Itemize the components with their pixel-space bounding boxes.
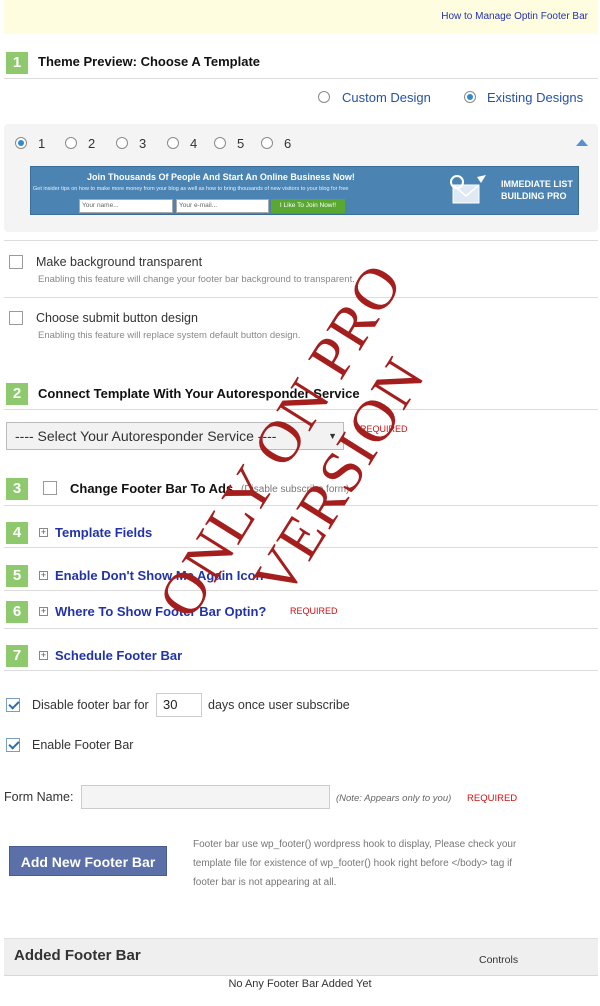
ads-checkbox[interactable]: [43, 481, 57, 495]
form-name-note: (Note: Appears only to you): [336, 793, 452, 804]
template-label-1: 1: [38, 136, 46, 151]
expand-plus-icon[interactable]: +: [39, 528, 48, 537]
top-help-bar: How to Manage Optin Footer Bar: [4, 0, 598, 34]
template-radio-5[interactable]: [214, 137, 226, 149]
custom-design-label[interactable]: Custom Design: [342, 90, 431, 105]
template-radio-2[interactable]: [65, 137, 77, 149]
step-number-1: 1: [6, 52, 28, 74]
table-controls-header: Controls: [479, 954, 519, 966]
template-radio-1[interactable]: [15, 137, 27, 149]
wp-footer-hook-note: Footer bar use wp_footer() wordpress hoo…: [193, 839, 517, 888]
banner-subline: Get insider tips on how to make more mon…: [33, 186, 349, 192]
autoresponder-select-value: ---- Select Your Autoresponder Service -…: [15, 428, 277, 444]
divider: [4, 78, 598, 79]
empty-table-message: No Any Footer Bar Added Yet: [228, 978, 372, 990]
step-number-4: 4: [6, 522, 28, 544]
template-label-4: 4: [190, 136, 198, 151]
template-label-3: 3: [139, 136, 147, 151]
existing-designs-label[interactable]: Existing Designs: [487, 90, 583, 105]
banner-join-button: I Like To Join Now!!: [271, 199, 345, 213]
form-name-input[interactable]: [81, 785, 330, 809]
template-radio-4[interactable]: [167, 137, 179, 149]
section-title-theme-preview: Theme Preview: Choose A Template: [38, 54, 261, 69]
step-number-6: 6: [6, 601, 28, 623]
template-fields-link[interactable]: Template Fields: [55, 525, 152, 540]
add-new-footer-bar-button[interactable]: Add New Footer Bar: [9, 846, 167, 876]
template-label-5: 5: [237, 136, 245, 151]
divider: [4, 670, 598, 671]
step-number-2: 2: [6, 383, 28, 405]
submit-design-desc: Enabling this feature will replace syste…: [38, 330, 301, 341]
custom-design-radio[interactable]: [318, 91, 330, 103]
transparent-bg-title: Make background transparent: [36, 255, 203, 269]
transparent-bg-desc: Enabling this feature will change your f…: [38, 274, 355, 285]
submit-design-checkbox[interactable]: [9, 311, 23, 325]
banner-email-input: Your e-mail...: [176, 199, 269, 213]
step-number-7: 7: [6, 645, 28, 667]
step-number-3: 3: [6, 478, 28, 500]
template-radio-3[interactable]: [116, 137, 128, 149]
template-radio-6[interactable]: [261, 137, 273, 149]
divider: [4, 297, 598, 298]
disable-days-checkbox[interactable]: [6, 698, 20, 712]
required-label: REQUIRED: [467, 793, 518, 804]
transparent-bg-checkbox[interactable]: [9, 255, 23, 269]
existing-designs-radio[interactable]: [464, 91, 476, 103]
expand-plus-icon[interactable]: +: [39, 651, 48, 660]
expand-plus-icon[interactable]: +: [39, 607, 48, 616]
form-name-label: Form Name:: [4, 790, 74, 804]
step-number-5: 5: [6, 565, 28, 587]
banner-name-input: Your name...: [79, 199, 173, 213]
added-footer-bar-table-header: Added Footer Bar Controls: [4, 938, 598, 976]
template-label-2: 2: [88, 136, 96, 151]
collapse-up-icon[interactable]: [576, 139, 588, 146]
pro-version-watermark: ONLY ON PRO VERSION: [145, 252, 438, 629]
enable-footer-checkbox[interactable]: [6, 738, 20, 752]
enable-footer-label: Enable Footer Bar: [32, 738, 134, 752]
banner-headline: Join Thousands Of People And Start An On…: [87, 172, 355, 182]
submit-design-title: Choose submit button design: [36, 311, 198, 325]
expand-plus-icon[interactable]: +: [39, 571, 48, 580]
manage-help-link[interactable]: How to Manage Optin Footer Bar: [441, 11, 588, 22]
divider: [4, 628, 598, 629]
table-title: Added Footer Bar: [14, 947, 141, 964]
template-label-6: 6: [284, 136, 292, 151]
